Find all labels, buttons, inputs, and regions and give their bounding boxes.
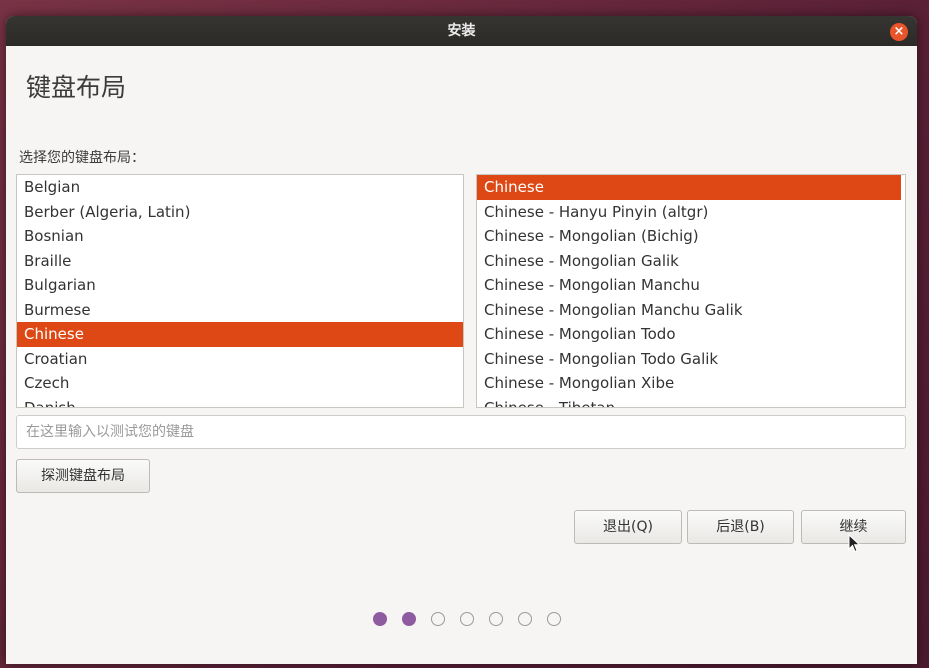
keyboard-layout-list[interactable]: Belgian Berber (Algeria, Latin) Bosnian Bra… bbox=[16, 174, 464, 408]
installer-progress-dots bbox=[373, 612, 573, 628]
layout-list-item[interactable]: Berber (Algeria, Latin) bbox=[17, 200, 463, 225]
layout-list-item[interactable]: Braille bbox=[17, 249, 463, 274]
progress-dot bbox=[460, 612, 474, 626]
variant-list-item[interactable]: Chinese bbox=[477, 175, 901, 200]
quit-button[interactable]: 退出(Q) bbox=[574, 510, 682, 544]
mouse-cursor-icon bbox=[848, 534, 861, 553]
layout-list-item[interactable]: Bosnian bbox=[17, 224, 463, 249]
variant-list-item[interactable]: Chinese - Mongolian Todo bbox=[477, 322, 905, 347]
close-icon: × bbox=[893, 24, 905, 39]
page-title: 键盘布局 bbox=[26, 73, 127, 102]
keyboard-test-input[interactable] bbox=[16, 415, 906, 449]
layout-list-item[interactable]: Belgian bbox=[17, 175, 463, 200]
layout-list-item[interactable]: Danish bbox=[17, 396, 463, 408]
progress-dot bbox=[402, 612, 416, 626]
back-button[interactable]: 后退(B) bbox=[687, 510, 794, 544]
layout-prompt-label: 选择您的键盘布局： bbox=[19, 150, 145, 166]
keyboard-variant-list[interactable]: Chinese Chinese - Hanyu Pinyin (altgr) Chi… bbox=[476, 174, 906, 408]
close-button[interactable]: × bbox=[890, 23, 908, 41]
progress-dot bbox=[518, 612, 532, 626]
desktop-background: 安装 × 键盘布局 选择您的键盘布局： Belgian Berber (Alger… bbox=[0, 0, 929, 668]
variant-list-item[interactable]: Chinese - Mongolian Galik bbox=[477, 249, 905, 274]
progress-dot bbox=[489, 612, 503, 626]
layout-list-item[interactable]: Bulgarian bbox=[17, 273, 463, 298]
title-bar: 安装 × bbox=[6, 16, 917, 46]
variant-list-item[interactable]: Chinese - Tibetan bbox=[477, 396, 905, 408]
progress-dot bbox=[547, 612, 561, 626]
variant-list-item[interactable]: Chinese - Mongolian Manchu Galik bbox=[477, 298, 905, 323]
variant-list-item[interactable]: Chinese - Mongolian Xibe bbox=[477, 371, 905, 396]
layout-list-item[interactable]: Czech bbox=[17, 371, 463, 396]
installer-window: 安装 × 键盘布局 选择您的键盘布局： Belgian Berber (Alger… bbox=[6, 16, 917, 664]
variant-list-item[interactable]: Chinese - Mongolian Todo Galik bbox=[477, 347, 905, 372]
progress-dot bbox=[431, 612, 445, 626]
variant-list-item[interactable]: Chinese - Mongolian Manchu bbox=[477, 273, 905, 298]
variant-list-item[interactable]: Chinese - Mongolian (Bichig) bbox=[477, 224, 905, 249]
layout-list-item[interactable]: Chinese bbox=[17, 322, 463, 347]
layout-list-item[interactable]: Croatian bbox=[17, 347, 463, 372]
variant-list-item[interactable]: Chinese - Hanyu Pinyin (altgr) bbox=[477, 200, 905, 225]
window-title: 安装 bbox=[447, 23, 476, 39]
detect-layout-button[interactable]: 探测键盘布局 bbox=[16, 459, 150, 493]
progress-dot bbox=[373, 612, 387, 626]
layout-list-item[interactable]: Burmese bbox=[17, 298, 463, 323]
